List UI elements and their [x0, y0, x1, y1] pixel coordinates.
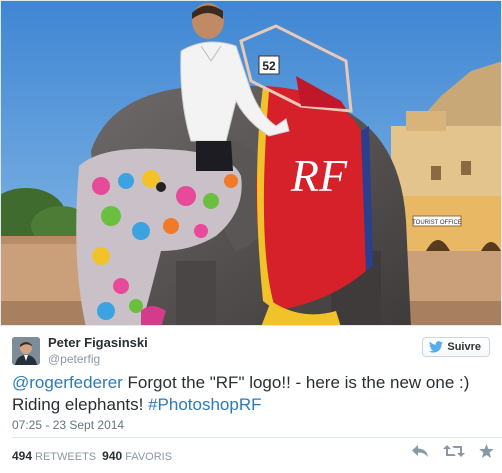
elephant-photo: TOURIST OFFICE RF 52	[1, 1, 501, 325]
rf-logo: RF	[290, 150, 348, 201]
avatar[interactable]	[12, 337, 40, 365]
divider	[12, 437, 502, 438]
favorites-label: FAVORIS	[125, 451, 173, 463]
author-name[interactable]: Peter Figasinski	[48, 335, 148, 350]
follow-button-label: Suivre	[447, 341, 481, 353]
timestamp[interactable]: 07:25 - 23 Sept 2014	[12, 418, 124, 432]
twitter-bird-icon	[429, 341, 444, 353]
number-plate: 52	[262, 59, 276, 73]
retweets-label: RETWEETS	[35, 451, 97, 463]
author-handle[interactable]: @peterfig	[48, 352, 100, 366]
sign-text: TOURIST OFFICE	[412, 220, 462, 226]
retweets-count: 494	[12, 449, 33, 463]
avatar-image	[12, 337, 40, 365]
retweets-stat[interactable]: 494 RETWEETS	[12, 449, 96, 463]
favorites-count: 940	[102, 449, 123, 463]
favorites-stat[interactable]: 940 FAVORIS	[102, 449, 172, 463]
reply-icon[interactable]	[411, 444, 429, 458]
follow-button[interactable]: Suivre	[422, 337, 490, 357]
tweet-photo[interactable]: TOURIST OFFICE RF 52	[0, 0, 502, 326]
tweet-card: Peter Figasinski @peterfig Suivre @roger…	[0, 326, 502, 473]
tweet-stats: 494 RETWEETS 940 FAVORIS	[12, 449, 172, 463]
favorite-star-icon[interactable]	[479, 444, 494, 458]
tweet-text: @rogerfederer Forgot the "RF" logo!! - h…	[12, 372, 482, 416]
retweet-icon[interactable]	[443, 444, 465, 458]
mention-link[interactable]: @rogerfederer	[12, 373, 123, 392]
hashtag-link[interactable]: #PhotoshopRF	[148, 395, 261, 414]
tweet-actions	[411, 444, 494, 458]
